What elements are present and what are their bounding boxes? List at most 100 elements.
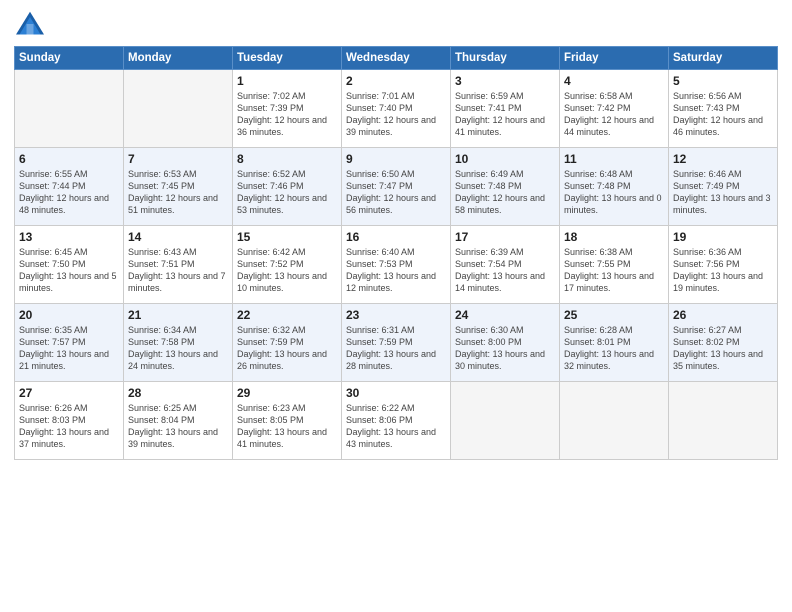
day-info: Sunrise: 6:26 AM Sunset: 8:03 PM Dayligh… (19, 402, 119, 451)
day-info: Sunrise: 6:22 AM Sunset: 8:06 PM Dayligh… (346, 402, 446, 451)
day-info: Sunrise: 6:58 AM Sunset: 7:42 PM Dayligh… (564, 90, 664, 139)
day-number: 22 (237, 308, 337, 322)
day-of-week-header: Tuesday (233, 47, 342, 70)
calendar-cell (560, 382, 669, 460)
day-info: Sunrise: 6:52 AM Sunset: 7:46 PM Dayligh… (237, 168, 337, 217)
calendar-cell: 20 Sunrise: 6:35 AM Sunset: 7:57 PM Dayli… (15, 304, 124, 382)
day-number: 9 (346, 152, 446, 166)
day-number: 28 (128, 386, 228, 400)
calendar-cell: 5Sunrise: 6:56 AM Sunset: 7:43 PM Daylig… (669, 70, 778, 148)
day-number: 13 (19, 230, 119, 244)
calendar-cell: 27 Sunrise: 6:26 AM Sunset: 8:03 PM Dayli… (15, 382, 124, 460)
day-info: Sunrise: 6:25 AM Sunset: 8:04 PM Dayligh… (128, 402, 228, 451)
calendar-cell: 8 Sunrise: 6:52 AM Sunset: 7:46 PM Daylig… (233, 148, 342, 226)
day-number: 17 (455, 230, 555, 244)
day-info: Sunrise: 7:02 AM Sunset: 7:39 PM Dayligh… (237, 90, 337, 139)
day-info: Sunrise: 6:49 AM Sunset: 7:48 PM Dayligh… (455, 168, 555, 217)
calendar-cell: 30 Sunrise: 6:22 AM Sunset: 8:06 PM Dayli… (342, 382, 451, 460)
calendar-cell: 25 Sunrise: 6:28 AM Sunset: 8:01 PM Dayli… (560, 304, 669, 382)
calendar-cell: 4 Sunrise: 6:58 AM Sunset: 7:42 PM Daylig… (560, 70, 669, 148)
day-number: 7 (128, 152, 228, 166)
calendar-cell: 12 Sunrise: 6:46 AM Sunset: 7:49 PM Dayli… (669, 148, 778, 226)
day-number: 2 (346, 74, 446, 88)
calendar-week-row: 20 Sunrise: 6:35 AM Sunset: 7:57 PM Dayli… (15, 304, 778, 382)
calendar-cell: 26 Sunrise: 6:27 AM Sunset: 8:02 PM Dayli… (669, 304, 778, 382)
calendar-cell: 6 Sunrise: 6:55 AM Sunset: 7:44 PM Daylig… (15, 148, 124, 226)
day-info: Sunrise: 6:38 AM Sunset: 7:55 PM Dayligh… (564, 246, 664, 295)
day-info: Sunrise: 6:46 AM Sunset: 7:49 PM Dayligh… (673, 168, 773, 217)
calendar-cell: 2 Sunrise: 7:01 AM Sunset: 7:40 PM Daylig… (342, 70, 451, 148)
header (14, 10, 778, 38)
calendar-cell: 16 Sunrise: 6:40 AM Sunset: 7:53 PM Dayli… (342, 226, 451, 304)
day-of-week-header: Thursday (451, 47, 560, 70)
calendar-cell: 21Sunrise: 6:34 AM Sunset: 7:58 PM Dayli… (124, 304, 233, 382)
calendar-week-row: 1 Sunrise: 7:02 AM Sunset: 7:39 PM Daylig… (15, 70, 778, 148)
calendar-week-row: 6 Sunrise: 6:55 AM Sunset: 7:44 PM Daylig… (15, 148, 778, 226)
day-info: Sunrise: 6:30 AM Sunset: 8:00 PM Dayligh… (455, 324, 555, 373)
day-number: 15 (237, 230, 337, 244)
day-info: Sunrise: 6:40 AM Sunset: 7:53 PM Dayligh… (346, 246, 446, 295)
day-info: Sunrise: 6:53 AM Sunset: 7:45 PM Dayligh… (128, 168, 228, 217)
day-of-week-header: Wednesday (342, 47, 451, 70)
day-info: Sunrise: 7:01 AM Sunset: 7:40 PM Dayligh… (346, 90, 446, 139)
calendar-cell: 15Sunrise: 6:42 AM Sunset: 7:52 PM Dayli… (233, 226, 342, 304)
calendar-cell (669, 382, 778, 460)
day-number: 26 (673, 308, 773, 322)
day-number: 30 (346, 386, 446, 400)
day-info: Sunrise: 6:55 AM Sunset: 7:44 PM Dayligh… (19, 168, 119, 217)
calendar-week-row: 13 Sunrise: 6:45 AM Sunset: 7:50 PM Dayli… (15, 226, 778, 304)
logo-icon (14, 10, 46, 38)
day-info: Sunrise: 6:23 AM Sunset: 8:05 PM Dayligh… (237, 402, 337, 451)
calendar-cell: 22 Sunrise: 6:32 AM Sunset: 7:59 PM Dayli… (233, 304, 342, 382)
day-number: 16 (346, 230, 446, 244)
day-info: Sunrise: 6:48 AM Sunset: 7:48 PM Dayligh… (564, 168, 664, 217)
calendar-cell (451, 382, 560, 460)
day-info: Sunrise: 6:35 AM Sunset: 7:57 PM Dayligh… (19, 324, 119, 373)
day-info: Sunrise: 6:36 AM Sunset: 7:56 PM Dayligh… (673, 246, 773, 295)
calendar-cell: 10 Sunrise: 6:49 AM Sunset: 7:48 PM Dayli… (451, 148, 560, 226)
day-of-week-header: Sunday (15, 47, 124, 70)
calendar-cell: 19 Sunrise: 6:36 AM Sunset: 7:56 PM Dayli… (669, 226, 778, 304)
day-number: 1 (237, 74, 337, 88)
day-number: 6 (19, 152, 119, 166)
day-number: 23 (346, 308, 446, 322)
day-of-week-header: Friday (560, 47, 669, 70)
day-number: 11 (564, 152, 664, 166)
day-number: 29 (237, 386, 337, 400)
day-info: Sunrise: 6:31 AM Sunset: 7:59 PM Dayligh… (346, 324, 446, 373)
page: SundayMondayTuesdayWednesdayThursdayFrid… (0, 0, 792, 612)
day-number: 21 (128, 308, 228, 322)
day-number: 5 (673, 74, 773, 88)
day-of-week-header: Saturday (669, 47, 778, 70)
calendar-cell: 13 Sunrise: 6:45 AM Sunset: 7:50 PM Dayli… (15, 226, 124, 304)
day-info: Sunrise: 6:39 AM Sunset: 7:54 PM Dayligh… (455, 246, 555, 295)
day-number: 8 (237, 152, 337, 166)
day-number: 10 (455, 152, 555, 166)
day-number: 12 (673, 152, 773, 166)
calendar-cell: 24Sunrise: 6:30 AM Sunset: 8:00 PM Dayli… (451, 304, 560, 382)
day-info: Sunrise: 6:45 AM Sunset: 7:50 PM Dayligh… (19, 246, 119, 295)
logo (14, 10, 50, 38)
calendar-cell: 17 Sunrise: 6:39 AM Sunset: 7:54 PM Dayli… (451, 226, 560, 304)
day-number: 4 (564, 74, 664, 88)
calendar: SundayMondayTuesdayWednesdayThursdayFrid… (14, 46, 778, 460)
calendar-cell (15, 70, 124, 148)
day-number: 20 (19, 308, 119, 322)
day-number: 3 (455, 74, 555, 88)
day-info: Sunrise: 6:43 AM Sunset: 7:51 PM Dayligh… (128, 246, 228, 295)
day-number: 18 (564, 230, 664, 244)
calendar-cell: 18 Sunrise: 6:38 AM Sunset: 7:55 PM Dayli… (560, 226, 669, 304)
calendar-cell: 23 Sunrise: 6:31 AM Sunset: 7:59 PM Dayli… (342, 304, 451, 382)
day-info: Sunrise: 6:27 AM Sunset: 8:02 PM Dayligh… (673, 324, 773, 373)
calendar-cell: 11 Sunrise: 6:48 AM Sunset: 7:48 PM Dayli… (560, 148, 669, 226)
calendar-header-row: SundayMondayTuesdayWednesdayThursdayFrid… (15, 47, 778, 70)
day-of-week-header: Monday (124, 47, 233, 70)
day-number: 25 (564, 308, 664, 322)
day-info: Sunrise: 6:50 AM Sunset: 7:47 PM Dayligh… (346, 168, 446, 217)
day-number: 27 (19, 386, 119, 400)
calendar-cell: 28 Sunrise: 6:25 AM Sunset: 8:04 PM Dayli… (124, 382, 233, 460)
day-info: Sunrise: 6:32 AM Sunset: 7:59 PM Dayligh… (237, 324, 337, 373)
day-number: 19 (673, 230, 773, 244)
day-info: Sunrise: 6:28 AM Sunset: 8:01 PM Dayligh… (564, 324, 664, 373)
calendar-cell: 29 Sunrise: 6:23 AM Sunset: 8:05 PM Dayli… (233, 382, 342, 460)
